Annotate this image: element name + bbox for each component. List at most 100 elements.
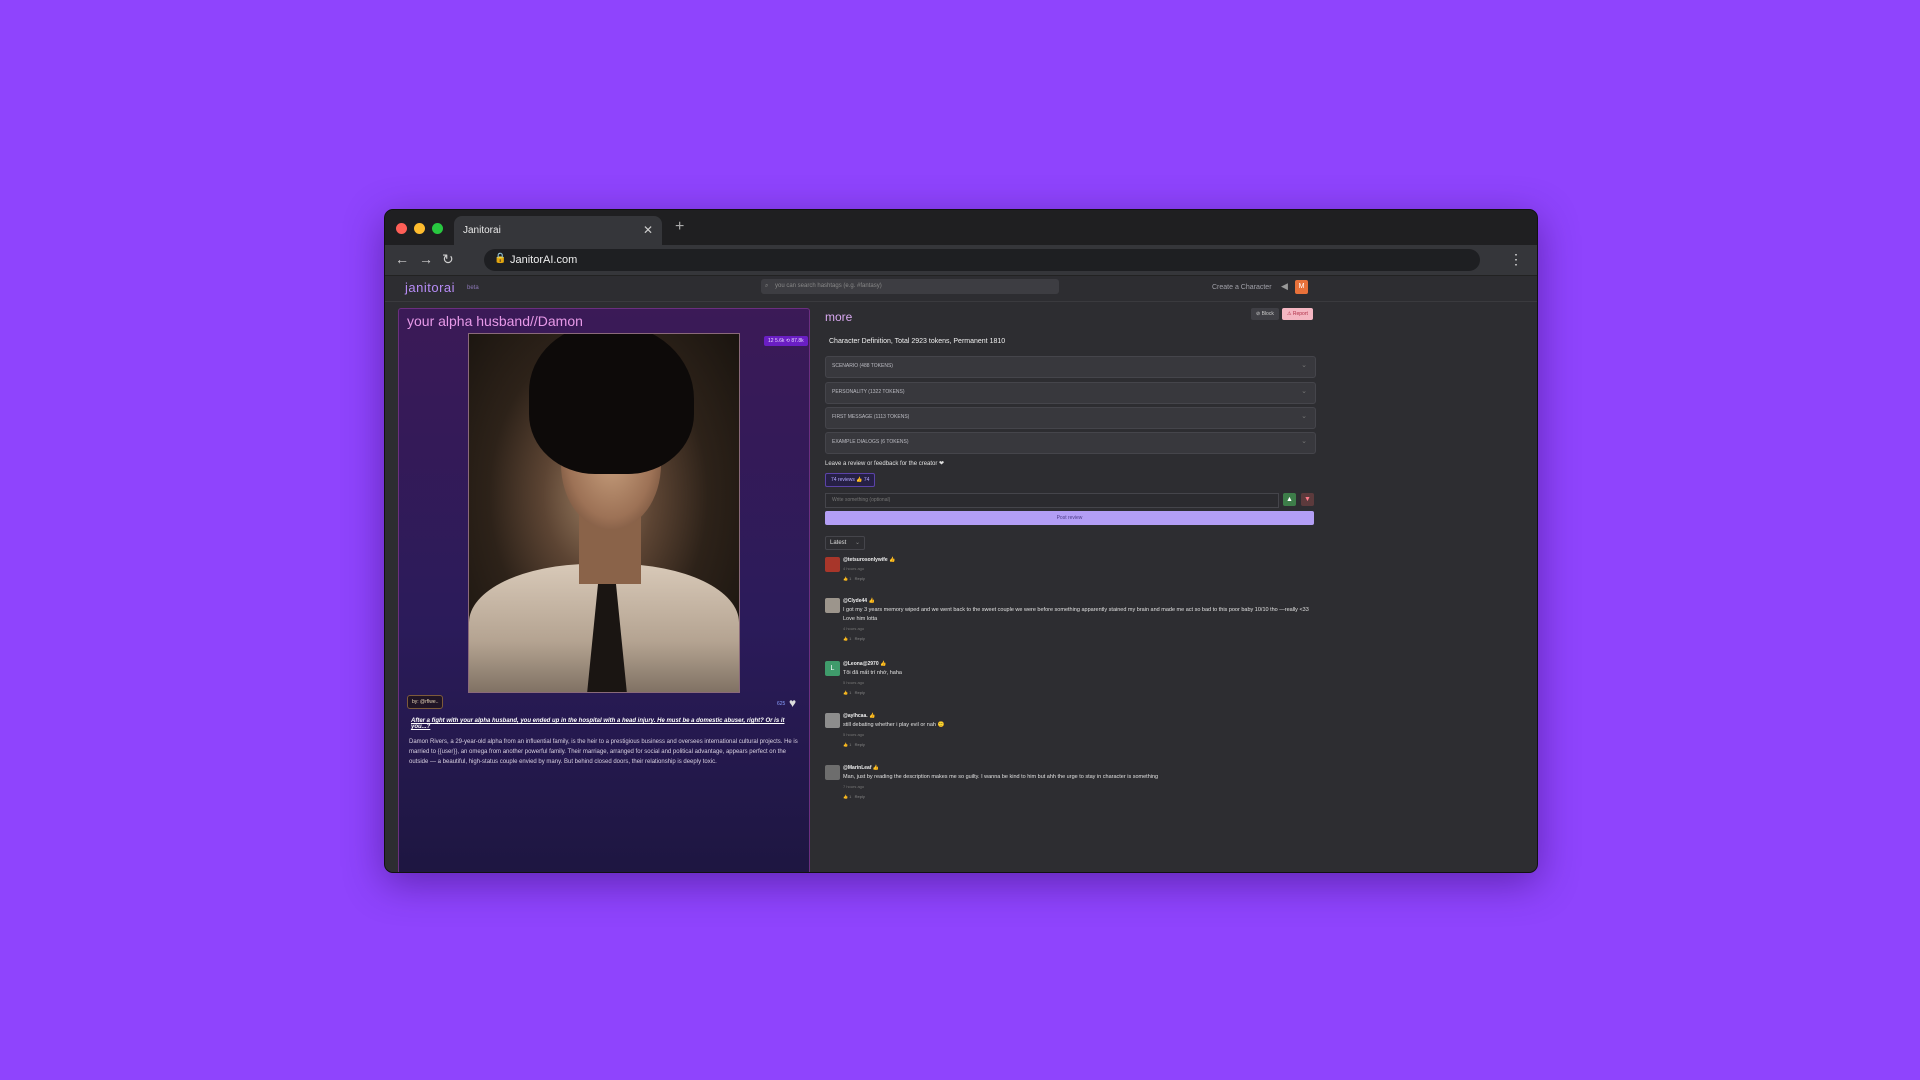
comment-username[interactable]: @tetsurosonlywife 👍 <box>843 557 895 563</box>
thumbs-up-icon[interactable]: ▲ <box>1283 493 1296 506</box>
search-placeholder: you can search hashtags (e.g. #fantasy) <box>775 283 882 289</box>
character-card: your alpha husband//Damon 12 5.6k ⟲ 87.8… <box>398 308 810 872</box>
search-input[interactable]: ⌕ you can search hashtags (e.g. #fantasy… <box>761 279 1059 294</box>
accordion-scenario[interactable]: SCENARIO (488 TOKENS) ⌄ <box>825 356 1316 378</box>
comment-likes: 1 <box>849 742 852 747</box>
avatar[interactable] <box>825 598 840 613</box>
browser-window: Janitorai ✕ + ← → ↻ 🔒 JanitorAI.com ⋮ ja… <box>384 209 1538 873</box>
avatar[interactable] <box>825 557 840 572</box>
comment-time: 7 hours ago <box>843 784 865 789</box>
avatar[interactable] <box>825 713 840 728</box>
maximize-window-button[interactable] <box>432 223 443 234</box>
more-section-title: more <box>825 310 853 324</box>
list-item: @MarinLeaf 👍 Man, just by reading the de… <box>825 765 1315 803</box>
report-label: Report <box>1292 311 1308 317</box>
comment-actions: 👍 1 Reply <box>843 742 865 747</box>
browser-toolbar: ← → ↻ 🔒 JanitorAI.com ⋮ <box>385 245 1537 276</box>
comment-actions: 👍 1 Reply <box>843 794 865 799</box>
block-button[interactable]: ⊘ Block <box>1251 308 1279 320</box>
user-avatar[interactable]: M <box>1295 280 1308 294</box>
address-bar[interactable]: 🔒 JanitorAI.com <box>484 249 1480 271</box>
accordion-label: PERSONALITY (1322 TOKENS) <box>832 389 905 395</box>
comment-username[interactable]: @aylhcaa. 👍 <box>843 713 875 719</box>
comment-likes: 1 <box>849 794 852 799</box>
tab-title: Janitorai <box>463 225 501 236</box>
accordion-personality[interactable]: PERSONALITY (1322 TOKENS) ⌄ <box>825 382 1316 404</box>
comment-text: Tôi đã mất trí nhớ, haha <box>843 670 902 676</box>
character-stats-badge: 12 5.6k ⟲ 87.8k <box>764 336 808 346</box>
report-button[interactable]: ⚠ Report <box>1282 308 1313 320</box>
close-tab-icon[interactable]: ✕ <box>643 223 653 237</box>
review-input[interactable]: Write something (optional) <box>825 493 1279 508</box>
search-icon: ⌕ <box>765 283 769 289</box>
chevron-down-icon: ⌄ <box>1301 413 1307 420</box>
character-portrait <box>468 333 740 693</box>
browser-titlebar: Janitorai ✕ + <box>385 210 1537 245</box>
browser-tab[interactable]: Janitorai ✕ <box>454 216 662 245</box>
reply-button[interactable]: Reply <box>855 690 865 695</box>
create-character-link[interactable]: Create a Character <box>1212 284 1272 291</box>
comment-text: I got my 3 years memory wiped and we wen… <box>843 607 1309 622</box>
chevron-down-icon: ⌄ <box>1301 388 1307 395</box>
site-logo[interactable]: janitorai <box>405 280 455 295</box>
comment-time: 5 hours ago <box>843 680 865 685</box>
review-input-placeholder: Write something (optional) <box>832 497 891 503</box>
thumbs-down-icon[interactable]: ▼ <box>1301 493 1314 506</box>
creator-byline[interactable]: by: @rflwe.. <box>407 695 444 709</box>
notification-icon[interactable]: ◀ <box>1281 281 1288 292</box>
comment-actions: 👍 1 Reply <box>843 636 865 641</box>
character-tagline: After a fight with your alpha husband, y… <box>411 718 785 730</box>
reply-button[interactable]: Reply <box>855 636 865 641</box>
block-label: Block <box>1261 311 1274 317</box>
sort-label: Latest <box>830 540 847 546</box>
minimize-window-button[interactable] <box>414 223 425 234</box>
reply-button[interactable]: Reply <box>855 576 865 581</box>
forward-arrow-icon[interactable]: → <box>419 251 433 267</box>
review-count-badge[interactable]: 74 reviews 👍 74 <box>825 473 876 487</box>
sort-dropdown[interactable]: Latest ⌄ <box>825 536 865 550</box>
comment-likes: 1 <box>849 576 852 581</box>
reply-button[interactable]: Reply <box>855 794 865 799</box>
new-tab-icon[interactable]: + <box>675 218 684 236</box>
comment-actions: 👍 1 Reply <box>843 576 865 581</box>
accordion-label: FIRST MESSAGE (1113 TOKENS) <box>832 414 910 420</box>
character-title: your alpha husband//Damon <box>407 313 583 329</box>
close-window-button[interactable] <box>396 223 407 234</box>
back-arrow-icon[interactable]: ← <box>395 251 409 267</box>
comment-time: 4 hours ago <box>843 626 865 631</box>
comment-text: Man, just by reading the description mak… <box>843 774 1159 780</box>
reload-icon[interactable]: ↻ <box>442 251 454 268</box>
comment-likes: 1 <box>849 690 852 695</box>
portrait-hair <box>529 334 694 474</box>
post-review-button[interactable]: Post review <box>825 511 1314 525</box>
comment-likes: 1 <box>849 636 852 641</box>
comment-username[interactable]: @MarinLeaf 👍 <box>843 765 879 771</box>
accordion-first-message[interactable]: FIRST MESSAGE (1113 TOKENS) ⌄ <box>825 407 1316 429</box>
character-description: Damon Rivers, a 29-year-old alpha from a… <box>409 739 798 765</box>
comment-actions: 👍 1 Reply <box>843 690 865 695</box>
url-text: JanitorAI.com <box>510 254 578 266</box>
beta-badge: beta <box>467 285 479 291</box>
site-header: janitorai beta ⌕ you can search hashtags… <box>385 276 1537 302</box>
heart-icon[interactable]: ♥ <box>789 696 796 710</box>
reply-button[interactable]: Reply <box>855 742 865 747</box>
accordion-label: EXAMPLE DIALOGS (6 TOKENS) <box>832 439 909 445</box>
chevron-down-icon: ⌄ <box>1301 362 1307 369</box>
list-item: @Clyde44 👍 I got my 3 years memory wiped… <box>825 598 1315 643</box>
comment-text: still debating whether i play evil or na… <box>843 722 945 728</box>
comment-time: 4 hours ago <box>843 566 865 571</box>
accordion-example-dialogs[interactable]: EXAMPLE DIALOGS (6 TOKENS) ⌄ <box>825 432 1316 454</box>
avatar[interactable] <box>825 765 840 780</box>
comment-username[interactable]: @Leona@2970 👍 <box>843 661 886 667</box>
chevron-down-icon: ⌄ <box>854 540 860 546</box>
comment-username[interactable]: @Clyde44 👍 <box>843 598 875 604</box>
list-item: @tetsurosonlywife 👍 4 hours ago 👍 1 Repl… <box>825 557 1315 587</box>
lock-icon: 🔒 <box>494 253 507 264</box>
list-item: @aylhcaa. 👍 still debating whether i pla… <box>825 713 1315 751</box>
chevron-down-icon: ⌄ <box>1301 438 1307 445</box>
avatar[interactable]: L <box>825 661 840 676</box>
site-content: janitorai beta ⌕ you can search hashtags… <box>385 276 1537 872</box>
character-definition-summary: Character Definition, Total 2923 tokens,… <box>829 338 1006 345</box>
accordion-label: SCENARIO (488 TOKENS) <box>832 363 893 369</box>
browser-menu-icon[interactable]: ⋮ <box>1509 251 1523 268</box>
